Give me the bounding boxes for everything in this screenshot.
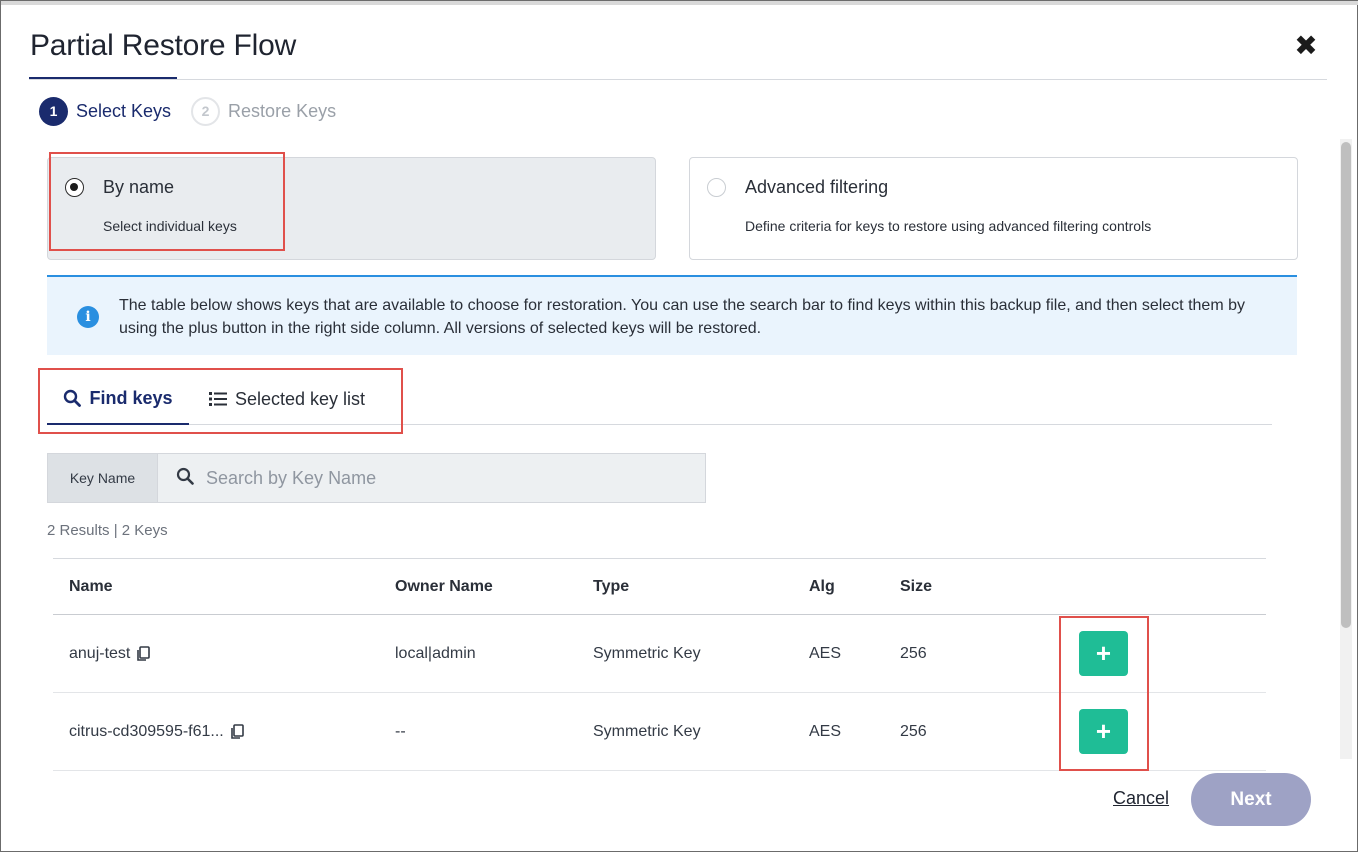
add-key-button[interactable]: + <box>1079 709 1128 754</box>
add-key-button[interactable]: + <box>1079 631 1128 676</box>
column-header-alg[interactable]: Alg <box>809 559 835 614</box>
background-strip <box>1 1 1358 5</box>
tab-find-keys-label: Find keys <box>89 387 173 408</box>
advanced-filtering-title: Advanced filtering <box>745 177 889 197</box>
copy-icon[interactable] <box>230 723 244 740</box>
type-cell: Symmetric Key <box>593 722 701 740</box>
table-row: citrus-cd309595-f61... -- Symmetric Key … <box>53 693 1266 771</box>
owner-cell: local|admin <box>395 644 476 662</box>
search-icon <box>63 389 82 407</box>
owner-cell: -- <box>395 722 406 740</box>
by-name-title: By name <box>103 177 175 197</box>
table-header: Name Owner Name Type Alg Size <box>53 558 1266 615</box>
column-header-type[interactable]: Type <box>593 559 629 614</box>
tab-selected-key-list[interactable]: Selected key list <box>209 373 369 425</box>
step-2-label: Restore Keys <box>228 100 337 121</box>
search-icon <box>176 467 194 490</box>
type-cell: Symmetric Key <box>593 644 701 662</box>
results-summary: 2 Results | 2 Keys <box>47 522 168 539</box>
scrollbar-thumb[interactable] <box>1341 142 1351 628</box>
list-icon <box>209 391 227 407</box>
info-icon: i <box>77 306 99 328</box>
column-header-owner[interactable]: Owner Name <box>395 559 493 614</box>
keys-table: Name Owner Name Type Alg Size anuj-test … <box>53 558 1266 771</box>
stepper: 1 Select Keys 2 Restore Keys <box>39 95 356 127</box>
option-by-name-card[interactable]: By name Select individual keys <box>47 157 656 260</box>
cancel-button[interactable]: Cancel <box>1113 788 1169 809</box>
tab-find-keys[interactable]: Find keys <box>47 373 189 425</box>
table-row: anuj-test local|admin Symmetric Key AES … <box>53 615 1266 693</box>
column-header-name[interactable]: Name <box>69 559 113 614</box>
alg-cell: AES <box>809 644 842 662</box>
advanced-filtering-description: Define criteria for keys to restore usin… <box>745 218 1152 234</box>
tab-selected-key-list-label: Selected key list <box>235 388 366 409</box>
close-button[interactable]: ✖ <box>1291 31 1321 61</box>
size-cell: 256 <box>900 644 927 662</box>
alg-cell: AES <box>809 722 842 740</box>
by-name-radio[interactable] <box>65 178 84 197</box>
key-name-cell: anuj-test <box>69 615 151 692</box>
option-advanced-filtering-card[interactable]: Advanced filtering Define criteria for k… <box>689 157 1298 260</box>
key-name: anuj-test <box>69 644 131 662</box>
copy-icon[interactable] <box>136 645 151 662</box>
key-name: citrus-cd309595-f61... <box>69 722 224 740</box>
search-field-label: Key Name <box>48 454 158 502</box>
action-cell: + <box>1079 615 1128 692</box>
search-input[interactable] <box>206 467 676 489</box>
search-field-wrapper[interactable] <box>158 454 705 502</box>
column-header-size[interactable]: Size <box>900 559 932 614</box>
step-1-label[interactable]: Select Keys <box>76 101 171 122</box>
tab-bar: Find keys Selected key list <box>47 373 1272 425</box>
by-name-description: Select individual keys <box>103 218 237 234</box>
step-2-badge: 2 <box>191 96 221 126</box>
dialog: Partial Restore Flow ✖ 1 Select Keys 2 R… <box>0 0 1358 852</box>
title-divider <box>29 79 1327 80</box>
action-cell: + <box>1079 693 1128 770</box>
scrollbar[interactable] <box>1340 139 1352 759</box>
next-button[interactable]: Next <box>1191 773 1311 826</box>
size-cell: 256 <box>900 722 927 740</box>
advanced-filtering-radio[interactable] <box>707 178 726 197</box>
info-text: The table below shows keys that are avai… <box>119 297 1245 337</box>
dialog-title: Partial Restore Flow <box>30 29 297 62</box>
info-banner: i The table below shows keys that are av… <box>47 275 1297 355</box>
key-name-cell: citrus-cd309595-f61... <box>69 693 244 770</box>
step-1-badge: 1 <box>39 96 68 126</box>
key-name-search: Key Name <box>47 453 706 503</box>
